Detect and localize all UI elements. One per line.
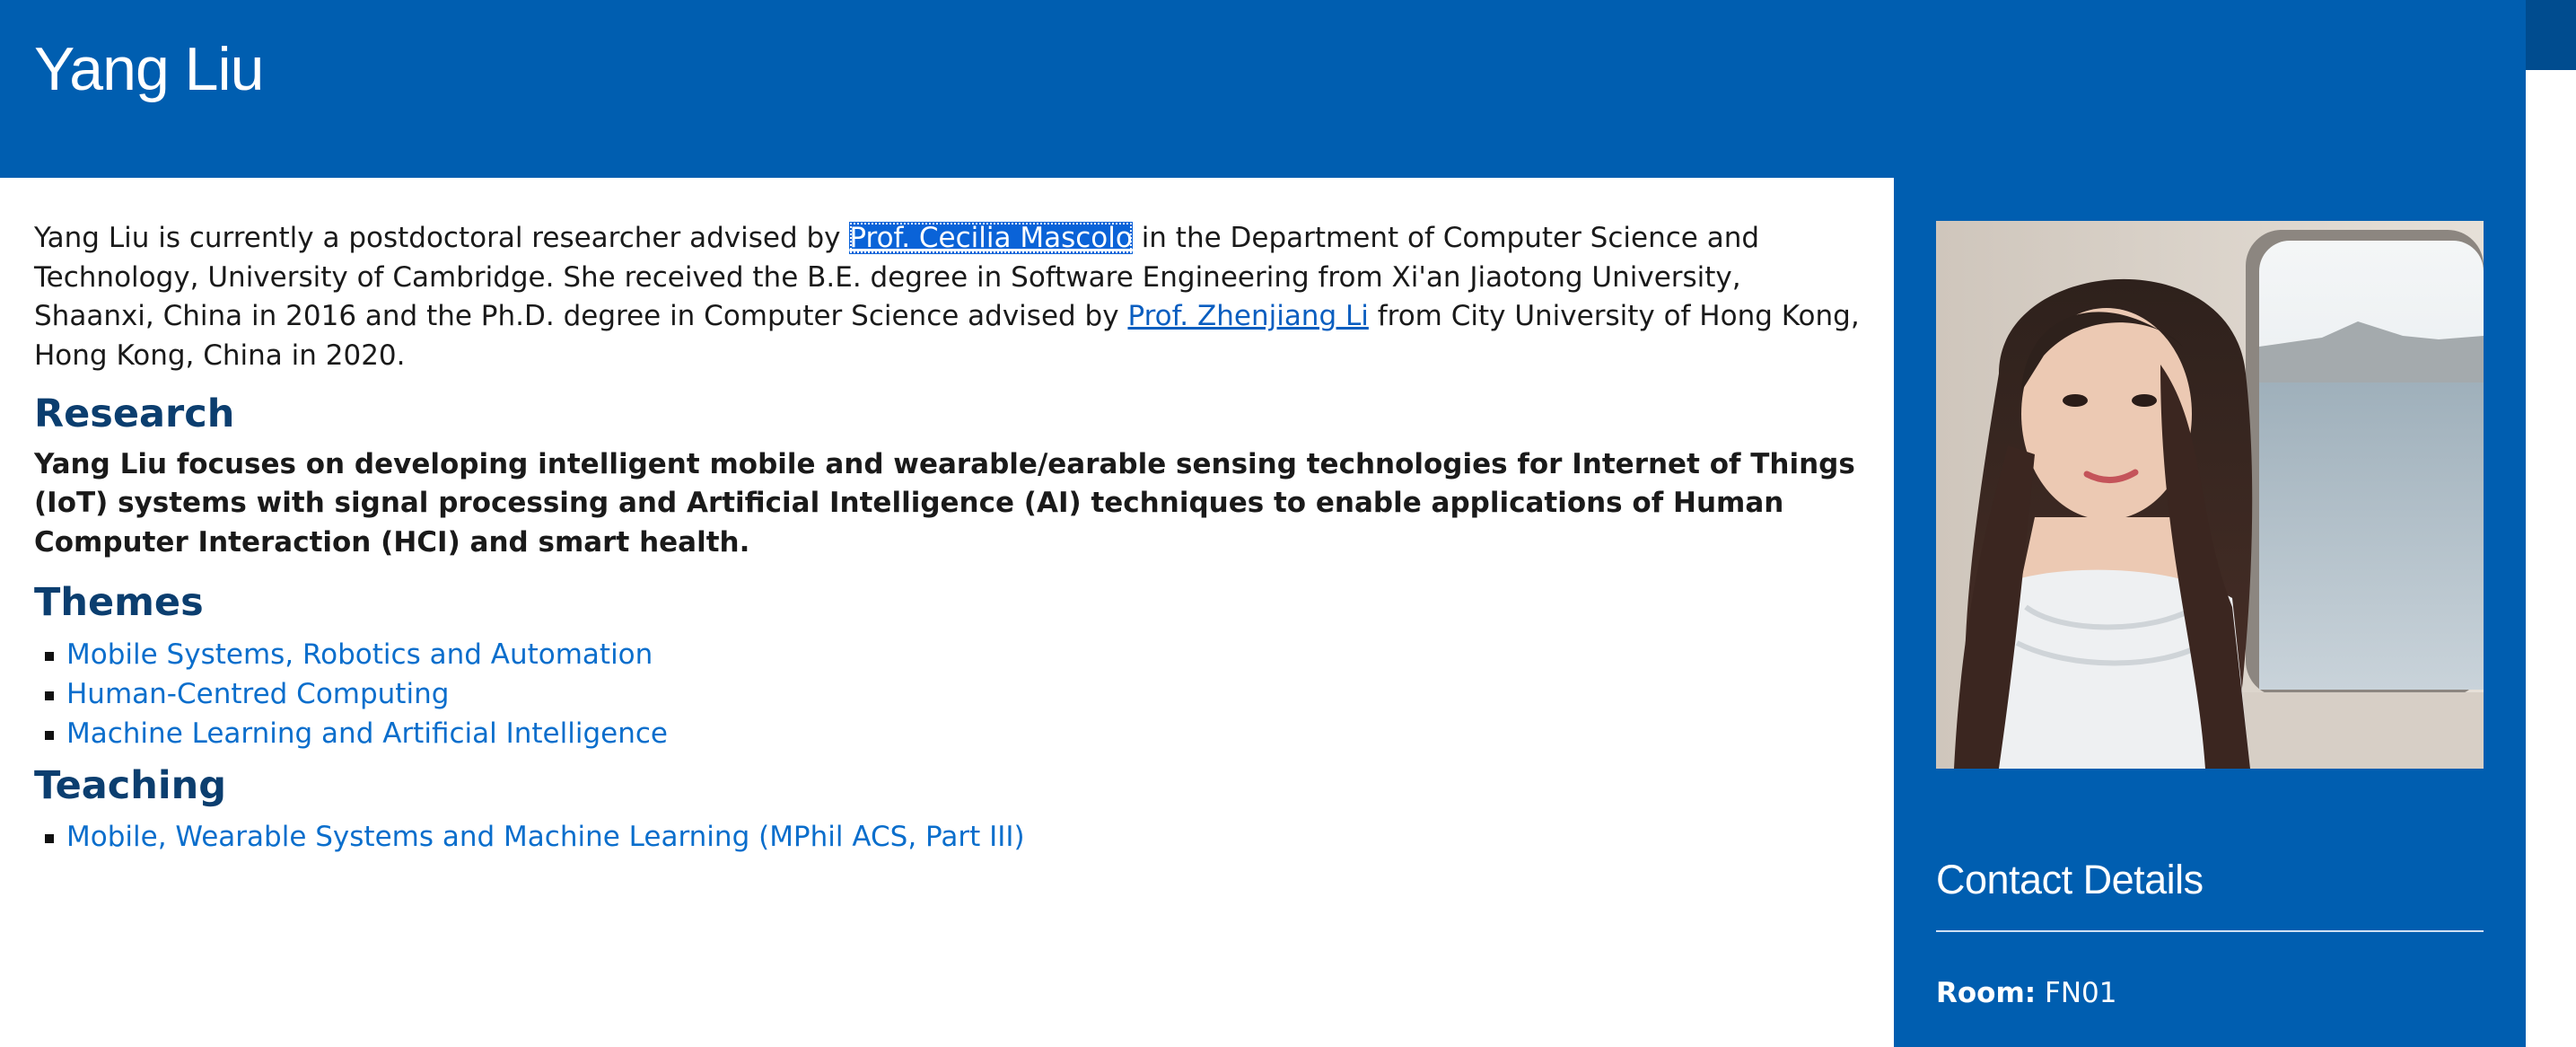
room-label: Room: [1936, 977, 2037, 1009]
profile-photo [1936, 221, 2484, 769]
advisor-link-cecilia-mascolo[interactable]: Prof. Cecilia Mascolo [849, 222, 1133, 254]
research-heading: Research [34, 392, 235, 436]
intro-text-1: Yang Liu is currently a postdoctoral res… [34, 222, 850, 254]
list-item: Mobile Systems, Robotics and Automation [34, 636, 1865, 675]
bullet-icon [45, 834, 54, 843]
contact-divider [1936, 930, 2484, 932]
themes-list: Mobile Systems, Robotics and Automation … [34, 636, 1865, 754]
advisor-link-zhenjiang-li[interactable]: Prof. Zhenjiang Li [1127, 300, 1368, 332]
bullet-icon [45, 691, 54, 700]
list-item: Mobile, Wearable Systems and Machine Lea… [34, 818, 1865, 858]
teaching-link-mobile-wearable[interactable]: Mobile, Wearable Systems and Machine Lea… [66, 821, 1025, 853]
intro-paragraph: Yang Liu is currently a postdoctoral res… [34, 219, 1865, 375]
bullet-icon [45, 730, 54, 740]
teaching-heading: Teaching [34, 762, 227, 808]
contact-details-heading: Contact Details [1936, 857, 2204, 902]
page-header: Yang Liu [0, 0, 2526, 178]
theme-link-machine-learning[interactable]: Machine Learning and Artificial Intellig… [66, 717, 668, 750]
main-content: Yang Liu is currently a postdoctoral res… [34, 219, 1865, 858]
page-title: Yang Liu [34, 35, 264, 103]
header-edge [2526, 0, 2576, 70]
theme-link-mobile-systems[interactable]: Mobile Systems, Robotics and Automation [66, 638, 653, 671]
teaching-list: Mobile, Wearable Systems and Machine Lea… [34, 818, 1865, 858]
room-value: FN01 [2045, 977, 2117, 1009]
list-item: Human-Centred Computing [34, 675, 1865, 715]
research-text: Yang Liu focuses on developing intellige… [34, 447, 1855, 559]
theme-link-human-centred-computing[interactable]: Human-Centred Computing [66, 678, 449, 710]
bullet-icon [45, 651, 54, 661]
themes-heading: Themes [34, 580, 204, 625]
contact-room: Room: FN01 [1936, 977, 2117, 1009]
profile-photo-image [1936, 221, 2484, 769]
sidebar: Contact Details Room: FN01 [1894, 178, 2526, 1047]
list-item: Machine Learning and Artificial Intellig… [34, 715, 1865, 754]
